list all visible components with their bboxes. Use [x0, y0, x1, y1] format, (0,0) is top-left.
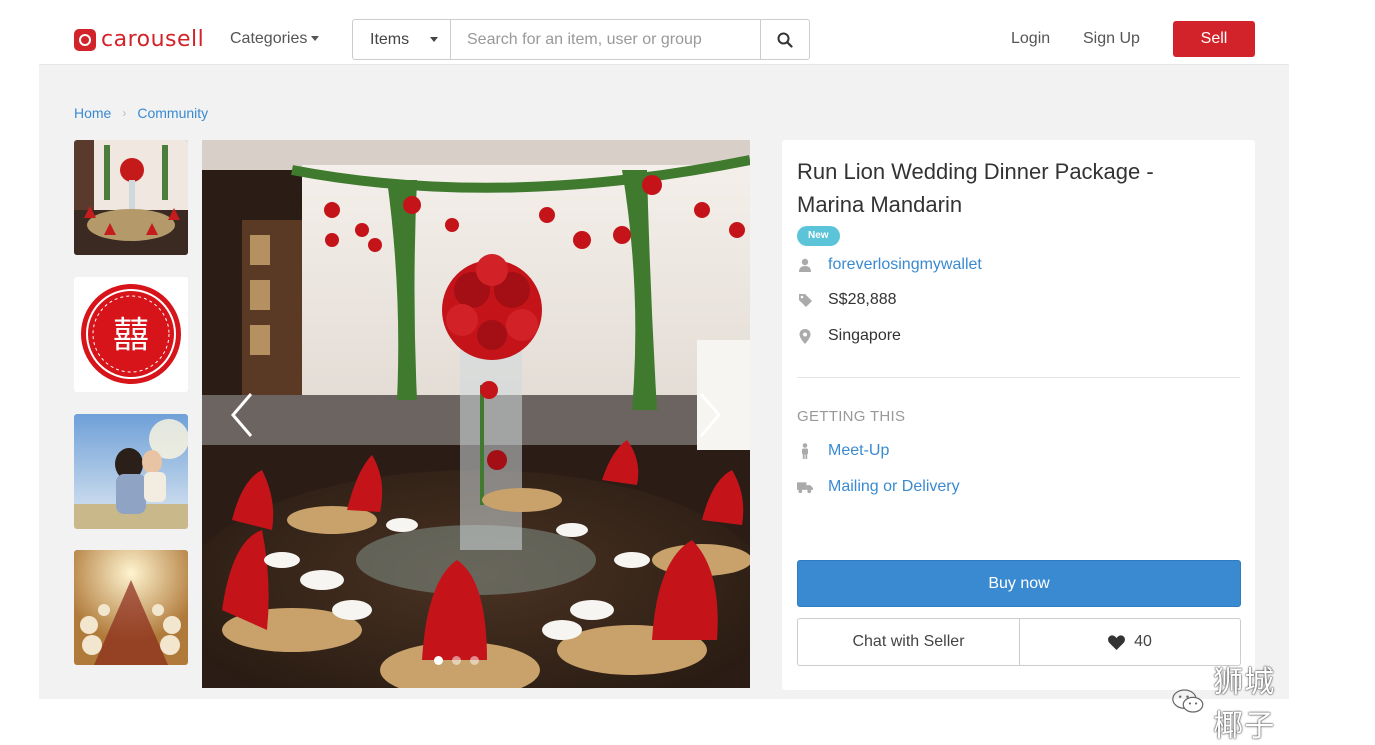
search-bar: Items: [352, 19, 810, 60]
banquet-hall-thumbnail: [74, 550, 188, 665]
caret-down-icon: [430, 37, 438, 42]
logo-icon: [74, 28, 96, 51]
search-input[interactable]: [451, 20, 760, 59]
login-link[interactable]: Login: [1011, 30, 1050, 48]
search-category-select[interactable]: Items: [353, 20, 451, 59]
meetup-option[interactable]: Meet-Up: [828, 442, 889, 460]
thumbnail-4[interactable]: [74, 550, 188, 665]
getting-this-heading: GETTING THIS: [797, 408, 906, 425]
location-value: Singapore: [828, 327, 901, 344]
seller-row: foreverlosingmywallet: [797, 256, 982, 274]
chat-with-seller-button[interactable]: Chat with Seller: [797, 618, 1019, 666]
watermark: 狮城椰子: [1171, 657, 1289, 745]
chevron-right-icon[interactable]: [695, 390, 725, 440]
watermark-text: 狮城椰子: [1213, 665, 1276, 744]
user-icon: [797, 257, 813, 273]
top-navbar: carousell Categories Items Login Sign Up…: [39, 14, 1289, 65]
listing-title: Run Lion Wedding Dinner Package - Marina…: [797, 159, 1154, 217]
location-row: Singapore: [797, 327, 901, 345]
person-icon: [797, 443, 813, 459]
sell-button[interactable]: Sell: [1173, 21, 1255, 57]
signup-link[interactable]: Sign Up: [1083, 30, 1140, 48]
double-happiness-thumbnail: 囍: [74, 277, 188, 392]
divider: [797, 377, 1240, 378]
breadcrumb-home[interactable]: Home: [74, 105, 111, 121]
breadcrumb: Home › Community: [74, 105, 208, 121]
buy-now-button[interactable]: Buy now: [797, 560, 1241, 607]
couple-thumbnail: [74, 414, 188, 529]
heart-icon: [1108, 634, 1126, 650]
price-row: S$28,888: [797, 291, 897, 309]
price-tag-icon: [797, 292, 813, 308]
svg-text:囍: 囍: [113, 315, 149, 356]
carousel-dot[interactable]: [470, 656, 479, 665]
carousell-logo[interactable]: carousell: [74, 27, 204, 52]
main-listing-image: [202, 140, 750, 688]
map-pin-icon: [797, 328, 813, 344]
seller-link[interactable]: foreverlosingmywallet: [828, 256, 982, 274]
breadcrumb-community[interactable]: Community: [137, 105, 208, 121]
thumbnail-1[interactable]: [74, 140, 188, 255]
carousel-dots: [434, 656, 479, 665]
wechat-icon: [1172, 689, 1204, 713]
wedding-venue-thumbnail: [74, 140, 188, 255]
meetup-row: Meet-Up: [797, 442, 889, 460]
thumbnail-3[interactable]: [74, 414, 188, 529]
price-value: S$28,888: [828, 291, 897, 308]
delivery-option[interactable]: Mailing or Delivery: [828, 478, 960, 496]
like-count: 40: [1134, 633, 1152, 650]
chevron-right-icon: ›: [122, 106, 127, 120]
search-icon: [777, 32, 793, 48]
chevron-left-icon[interactable]: [227, 390, 257, 440]
caret-down-icon: [311, 36, 320, 42]
wedding-table-photo: [202, 140, 750, 688]
new-badge: New: [797, 226, 840, 246]
categories-label: Categories: [230, 30, 308, 47]
categories-dropdown[interactable]: Categories: [230, 30, 320, 48]
carousel-dot[interactable]: [452, 656, 461, 665]
page: carousell Categories Items Login Sign Up…: [39, 14, 1289, 744]
truck-icon: [797, 479, 813, 495]
search-category-label: Items: [370, 30, 410, 48]
delivery-row: Mailing or Delivery: [797, 478, 960, 496]
carousel-dot[interactable]: [434, 656, 443, 665]
search-button[interactable]: [760, 20, 809, 59]
logo-text: carousell: [101, 27, 205, 52]
thumbnail-2[interactable]: 囍: [74, 277, 188, 392]
listing-info-card: Run Lion Wedding Dinner Package - Marina…: [782, 140, 1255, 690]
